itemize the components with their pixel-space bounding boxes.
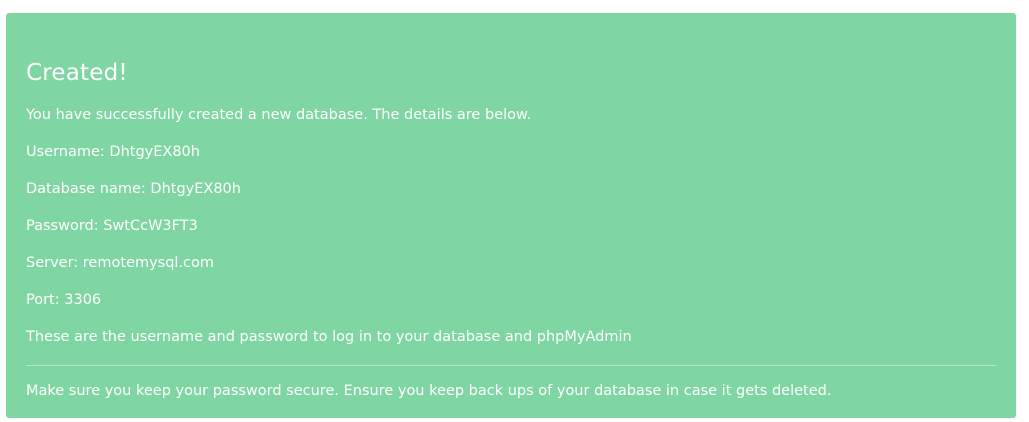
username-detail: Username: DhtgyEX80h (26, 144, 200, 160)
login-note: These are the username and password to l… (26, 329, 632, 345)
server-detail: Server: remotemysql.com (26, 255, 215, 271)
alert-intro-text: You have successfully created a new data… (26, 107, 532, 123)
success-alert: Created! You have successfully created a… (6, 13, 1016, 418)
password-detail: Password: SwtCcW3FT3 (26, 218, 198, 234)
divider (26, 365, 996, 366)
port-detail: Port: 3306 (26, 292, 102, 308)
security-warning: Make sure you keep your password secure.… (26, 383, 832, 399)
database-name-detail: Database name: DhtgyEX80h (26, 181, 241, 197)
alert-title: Created! (26, 60, 128, 86)
